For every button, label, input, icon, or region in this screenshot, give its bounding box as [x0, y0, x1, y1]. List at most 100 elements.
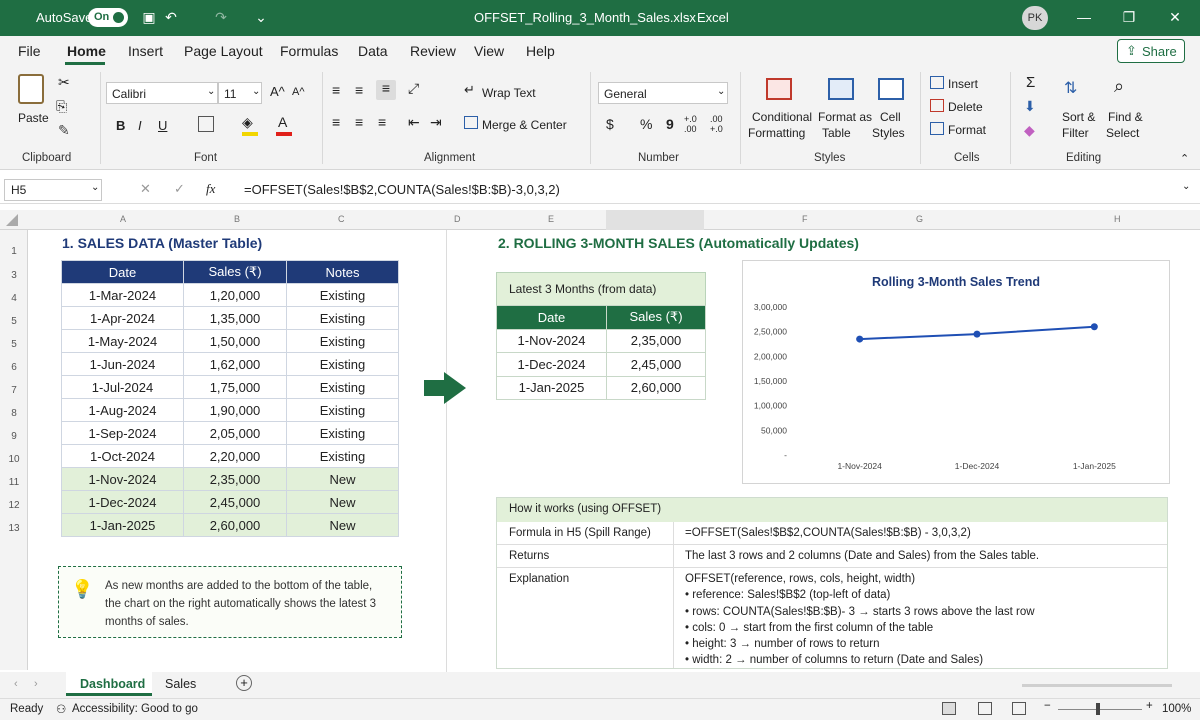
format-cells-button[interactable]: Format: [948, 123, 986, 137]
cell-styles-icon[interactable]: [878, 78, 904, 100]
sort-filter-icon[interactable]: ⇅: [1064, 78, 1077, 98]
merge-center-button[interactable]: Merge & Center: [482, 118, 567, 132]
zoom-level[interactable]: 100%: [1162, 703, 1191, 715]
cell[interactable]: Existing: [286, 375, 399, 399]
sheet-tab-sales[interactable]: Sales: [165, 677, 196, 691]
cell[interactable]: 1,20,000: [183, 283, 287, 307]
cell[interactable]: 1-Oct-2024: [61, 444, 184, 468]
cell[interactable]: 1,35,000: [183, 306, 287, 330]
conditional-formatting-label[interactable]: Conditional: [752, 110, 812, 124]
font-color-icon[interactable]: A: [278, 114, 287, 130]
cell[interactable]: 2,05,000: [183, 421, 287, 445]
currency-button[interactable]: $: [606, 116, 614, 132]
column-header[interactable]: G: [916, 214, 923, 224]
cell[interactable]: Existing: [286, 398, 399, 422]
decrease-indent-icon[interactable]: ⇤: [408, 114, 420, 131]
row-header[interactable]: 3: [0, 270, 28, 281]
fill-color-icon[interactable]: ◈: [242, 114, 253, 131]
format-cells-icon[interactable]: [930, 122, 944, 135]
align-middle-icon[interactable]: ≡: [355, 82, 363, 98]
row-header[interactable]: 9: [0, 431, 28, 442]
normal-view-icon[interactable]: [942, 702, 956, 715]
zoom-in-icon[interactable]: +: [1146, 700, 1153, 712]
menu-data[interactable]: Data: [358, 43, 388, 59]
expand-formula-icon[interactable]: ⌄: [1182, 181, 1190, 192]
column-header[interactable]: C: [338, 214, 345, 224]
cell[interactable]: 1-Dec-2024: [496, 352, 607, 377]
row-header[interactable]: 5: [0, 316, 28, 327]
format-as-table-label[interactable]: Format as: [818, 110, 872, 124]
font-size-select[interactable]: 11 ⌄: [218, 82, 262, 104]
column-header[interactable]: A: [120, 214, 126, 224]
align-right-icon[interactable]: ≡: [378, 114, 386, 130]
cell[interactable]: Existing: [286, 329, 399, 353]
cell[interactable]: 2,60,000: [606, 375, 706, 400]
cell[interactable]: Existing: [286, 283, 399, 307]
font-family-select[interactable]: Calibri ⌄: [106, 82, 218, 104]
cell[interactable]: 1-Nov-2024: [61, 467, 184, 491]
underline-button[interactable]: U: [158, 118, 167, 133]
cell[interactable]: 1,50,000: [183, 329, 287, 353]
sort-filter-label[interactable]: Sort &: [1062, 110, 1095, 124]
cell[interactable]: Existing: [286, 444, 399, 468]
insert-function-icon[interactable]: fx: [206, 181, 215, 197]
align-bottom-icon[interactable]: ≡: [376, 80, 396, 100]
column-header[interactable]: E: [548, 214, 554, 224]
cell[interactable]: 1,62,000: [183, 352, 287, 376]
cell[interactable]: 2,60,000: [183, 513, 287, 537]
select-all-icon[interactable]: [6, 214, 18, 226]
cell[interactable]: Existing: [286, 352, 399, 376]
align-center-icon[interactable]: ≡: [355, 114, 363, 130]
cell-styles-label-2[interactable]: Styles: [872, 126, 905, 140]
clear-icon[interactable]: ◆: [1024, 122, 1035, 139]
align-top-icon[interactable]: ≡: [332, 82, 340, 98]
fill-icon[interactable]: ⬇: [1024, 98, 1036, 115]
horizontal-scrollbar[interactable]: [1022, 684, 1172, 687]
cell[interactable]: 2,35,000: [606, 328, 706, 353]
insert-cells-icon[interactable]: [930, 76, 944, 89]
align-left-icon[interactable]: ≡: [332, 114, 340, 130]
insert-cells-button[interactable]: Insert: [948, 77, 978, 91]
accessibility-status[interactable]: Accessibility: Good to go: [72, 703, 198, 715]
format-painter-icon[interactable]: ✎: [58, 122, 70, 139]
redo-icon[interactable]: ↷: [212, 8, 230, 26]
cell[interactable]: 2,35,000: [183, 467, 287, 491]
cell[interactable]: 1-Jun-2024: [61, 352, 184, 376]
add-sheet-icon[interactable]: +: [236, 675, 252, 691]
zoom-out-icon[interactable]: −: [1044, 700, 1051, 712]
cancel-icon[interactable]: ✕: [140, 181, 151, 197]
delete-cells-icon[interactable]: [930, 99, 944, 112]
row-header[interactable]: 7: [0, 385, 28, 396]
cell[interactable]: Existing: [286, 306, 399, 330]
cell-styles-label[interactable]: Cell: [880, 110, 901, 124]
merge-center-icon[interactable]: [464, 116, 478, 129]
paste-icon[interactable]: [18, 74, 44, 104]
sort-filter-label-2[interactable]: Filter: [1062, 126, 1089, 140]
cell[interactable]: New: [286, 513, 399, 537]
format-as-table-label-2[interactable]: Table: [822, 126, 851, 140]
cell[interactable]: 1-Jul-2024: [61, 375, 184, 399]
menu-view[interactable]: View: [474, 43, 504, 59]
format-as-table-icon[interactable]: [828, 78, 854, 100]
cell[interactable]: 2,45,000: [183, 490, 287, 514]
chart-container[interactable]: Rolling 3-Month Sales Trend 3,00,000 2,50,…: [742, 260, 1170, 484]
sheet-tab-dashboard[interactable]: Dashboard: [66, 672, 152, 696]
number-format-select[interactable]: General ⌄: [598, 82, 728, 104]
cell[interactable]: 2,20,000: [183, 444, 287, 468]
delete-cells-button[interactable]: Delete: [948, 100, 983, 114]
page-break-view-icon[interactable]: [1012, 702, 1026, 715]
cell[interactable]: 1-Jan-2025: [496, 375, 607, 400]
autosum-icon[interactable]: Σ: [1026, 74, 1035, 91]
paste-label[interactable]: Paste: [18, 111, 49, 125]
row-header[interactable]: 12: [0, 500, 28, 511]
cell[interactable]: 2,45,000: [606, 352, 706, 377]
wrap-text-icon[interactable]: ↵: [464, 82, 475, 98]
cell[interactable]: 1,75,000: [183, 375, 287, 399]
menu-review[interactable]: Review: [410, 43, 456, 59]
formula-input[interactable]: =OFFSET(Sales!$B$2,COUNTA(Sales!$B:$B)-3…: [244, 182, 560, 197]
cell[interactable]: 1-Jan-2025: [61, 513, 184, 537]
autosave-toggle[interactable]: On: [88, 8, 128, 27]
cell[interactable]: 1-Apr-2024: [61, 306, 184, 330]
comma-button[interactable]: 9: [666, 116, 674, 132]
minimize-icon[interactable]: —: [1075, 8, 1093, 26]
